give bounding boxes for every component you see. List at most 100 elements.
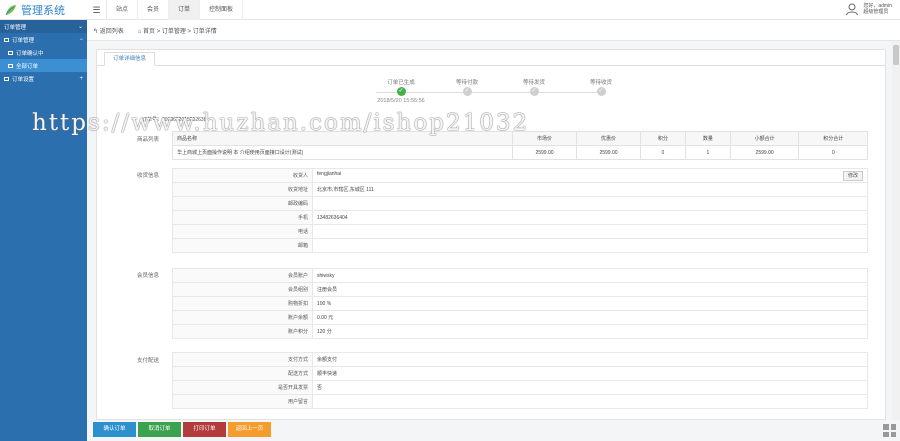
back-button[interactable]: 返回上一页 [228, 422, 271, 437]
list-icon [8, 63, 13, 68]
sidebar-item-label: 全部订单 [16, 63, 39, 70]
table-row: 华上商城上页面操作说明 本 介绍使用页面接口设计(测试) 2599.00 259… [172, 145, 868, 160]
table-row: 会员账户 shiwsky [172, 268, 868, 283]
sidebar-item-all-orders[interactable]: 全部订单 [0, 59, 87, 72]
folder-icon [4, 76, 9, 81]
member-table: 会员账户 shiwsky 会员组别 注册会员 购物折扣 100 % 账户余额 0.00 … [172, 268, 868, 339]
step-time: 2018/5/20 15:55:56 [377, 98, 425, 104]
field-label: 收货人 [172, 168, 313, 183]
collapse-icon: − [79, 36, 83, 43]
table-row: 账户余额 0.00 元 [172, 310, 868, 325]
edit-shipping-button[interactable]: 修改 [842, 170, 863, 181]
sidebar-subgroup-order-settings[interactable]: 订单设置 + [0, 72, 87, 85]
user-icon [846, 3, 859, 16]
col-header: 优惠价 [575, 131, 641, 146]
section-label-products: 商品列表 [137, 137, 160, 143]
field-value: 余额支付 [312, 352, 868, 367]
table-row: 支付方式 余额支付 [172, 352, 868, 367]
shipping-table: 收货人 fengjianhai 修改 收货地址 北京市,市辖区,东城区 111 邮政编… [172, 168, 868, 253]
tab-order-detail[interactable]: 订单详细信息 [104, 52, 156, 66]
field-value [312, 238, 868, 253]
step-awaiting-shipment: 等待发货 ✓ [504, 78, 564, 96]
table-row: 邮政编码 [172, 196, 868, 211]
table-row: 会员组别 注册会员 [172, 282, 868, 297]
folder-icon [4, 37, 9, 42]
table-row: 电话 [172, 224, 868, 239]
field-label: 邮政编码 [172, 196, 313, 211]
field-value [312, 196, 868, 211]
sidebar: 订单管理 ⌄ 订单管理 − 订单确认中 全部订单 订单设置 + [0, 20, 87, 441]
topnav-member[interactable]: 会员 [138, 0, 170, 20]
discount-price: 2599.00 [575, 145, 641, 160]
action-bar: 确认订单 取消订单 打印订单 返回上一页 [93, 422, 271, 437]
step-label: 等待付款 [455, 80, 478, 86]
back-label: 返回列表 [99, 28, 124, 35]
field-value: fengjianhai 修改 [312, 168, 868, 183]
col-header: 积分 [639, 131, 686, 146]
table-row: 配送方式 顺丰快递 [172, 366, 868, 381]
user-role: 超级管理员 [863, 9, 889, 15]
payment-table: 支付方式 余额支付 配送方式 顺丰快递 是否开具发票否 用户留言 [172, 352, 868, 409]
field-label: 邮箱 [172, 238, 313, 253]
field-label: 手机 [172, 210, 313, 225]
scrollbar[interactable] [892, 41, 900, 420]
field-label: 账户积分 [172, 324, 313, 339]
field-label: 会员组别 [172, 282, 313, 297]
topnav-control-panel[interactable]: 控制面板 [200, 0, 244, 20]
table-row: 收货人 fengjianhai 修改 [172, 168, 868, 183]
section-label-payment: 支付配送 [137, 358, 160, 364]
check-icon: ✓ [462, 87, 472, 96]
top-bar: 管理系统 ☰ 站点 会员 订单 控制面板 您好，admin 超级管理员 [0, 0, 900, 20]
table-row: 收货地址 北京市,市辖区,东城区 111 [172, 182, 868, 197]
sidebar-subgroup-label: 订单管理 [12, 37, 35, 44]
quantity: 1 [684, 145, 731, 160]
product-name[interactable]: 华上商城上页面操作说明 本 介绍使用页面接口设计(测试) [172, 145, 513, 160]
sidebar-group-order-manage[interactable]: 订单管理 ⌄ [0, 20, 87, 33]
sidebar-subgroup-orders[interactable]: 订单管理 − [0, 33, 87, 46]
field-value: 顺丰快递 [312, 366, 868, 381]
field-label: 配送方式 [172, 366, 313, 381]
order-detail-panel: 订单详细信息 订单已生成 ✓ 2018/5/20 15:55:56 等待付款 ✓… [96, 49, 886, 420]
breadcrumb: ⌂ 首页 > 订单管理 > 订单详情 [137, 28, 217, 35]
back-to-list-link[interactable]: ↰ 返回列表 [93, 26, 124, 35]
step-awaiting-payment: 等待付款 ✓ [437, 78, 497, 96]
check-icon: ✓ [529, 87, 539, 96]
grid-icon[interactable] [883, 424, 896, 437]
chevron-down-icon: ⌄ [77, 24, 83, 30]
breadcrumb-bar: ↰ 返回列表 ⌂ 首页 > 订单管理 > 订单详情 [87, 20, 900, 41]
topnav-site[interactable]: 站点 [107, 0, 139, 20]
scrollbar-thumb[interactable] [893, 45, 899, 65]
expand-icon: + [79, 75, 83, 82]
confirm-order-button[interactable]: 确认订单 [93, 422, 136, 437]
tab-divider [97, 65, 885, 66]
field-label: 会员账户 [172, 268, 313, 283]
step-label: 等待发货 [522, 80, 545, 86]
col-header: 积分合计 [798, 131, 868, 146]
field-value: 120 分 [312, 324, 868, 339]
table-row: 是否开具发票否 [172, 380, 868, 395]
print-order-button[interactable]: 打印订单 [183, 422, 226, 437]
field-value: 注册会员 [312, 282, 868, 297]
user-menu[interactable]: 您好，admin 超级管理员 [845, 2, 892, 16]
watermark-text: https://www.huzhan.com/ishop21032 [32, 110, 530, 136]
menu-toggle-icon[interactable]: ☰ [87, 0, 107, 20]
table-row: 邮箱 [172, 238, 868, 253]
col-header: 小额合计 [729, 131, 800, 146]
topnav-order[interactable]: 订单 [169, 0, 201, 20]
field-value: 13482636404 [312, 210, 868, 225]
table-row: 账户积分 120 分 [172, 324, 868, 339]
points-total: 0 [798, 145, 868, 160]
step-label: 等待收货 [589, 80, 612, 86]
list-icon [8, 50, 13, 55]
field-label: 收货地址 [172, 182, 313, 197]
field-value: 北京市,市辖区,东城区 111 [312, 182, 868, 197]
sidebar-item-order-confirming[interactable]: 订单确认中 [0, 46, 87, 59]
section-label-shipping: 收货信息 [137, 173, 160, 179]
cancel-order-button[interactable]: 取消订单 [138, 422, 181, 437]
check-icon: ✓ [396, 87, 406, 96]
logo: 管理系统 [0, 0, 87, 20]
top-nav: 站点 会员 订单 控制面板 [107, 0, 244, 20]
step-order-created: 订单已生成 ✓ 2018/5/20 15:55:56 [371, 78, 431, 104]
field-label: 电话 [172, 224, 313, 239]
field-value: 0.00 元 [312, 310, 868, 325]
